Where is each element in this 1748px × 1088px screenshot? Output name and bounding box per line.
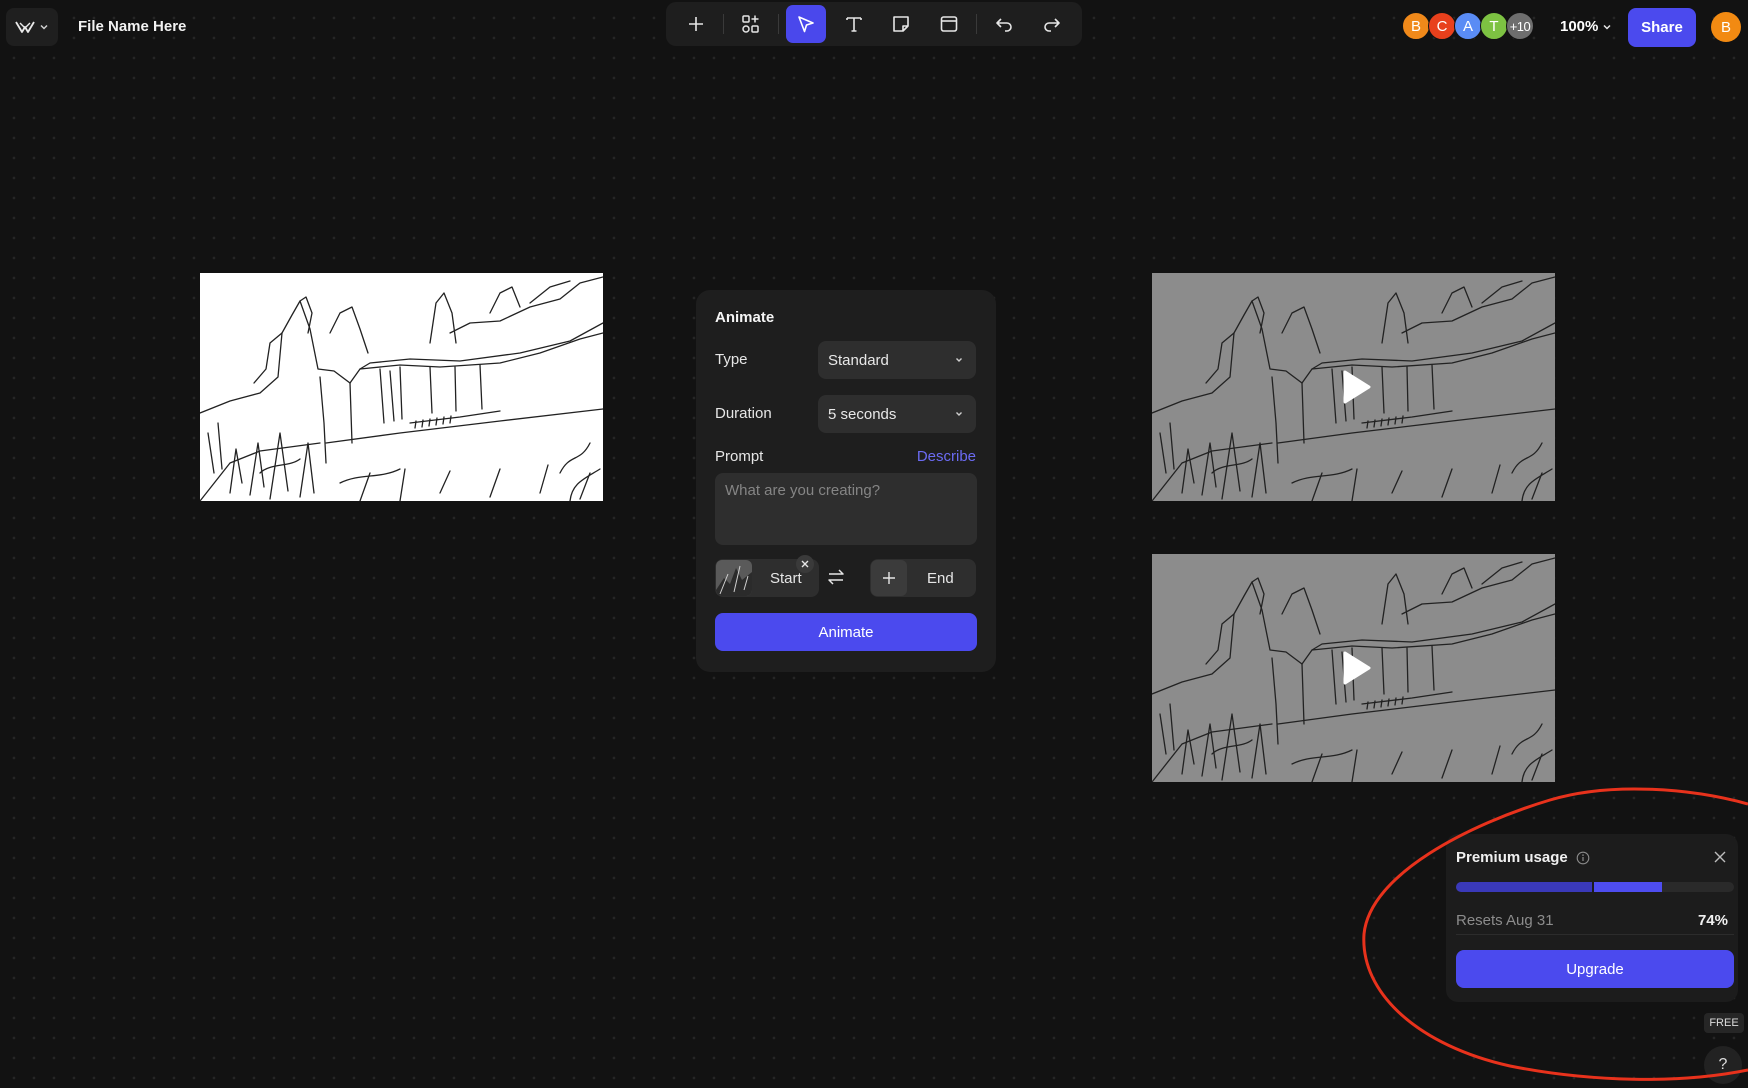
usage-percent: 74% — [1697, 912, 1728, 929]
main-toolbar — [666, 2, 1082, 46]
close-icon — [1714, 851, 1726, 863]
remove-start-frame-button[interactable] — [796, 555, 814, 573]
plus-icon — [688, 17, 703, 31]
start-frame-thumbnail — [716, 560, 752, 596]
text-tool-button[interactable] — [834, 5, 874, 43]
logo-icon — [15, 21, 35, 33]
usage-progress-segment — [1456, 882, 1592, 892]
premium-usage-title: Premium usage — [1456, 849, 1568, 866]
undo-icon — [996, 18, 1012, 32]
zoom-level: 100% — [1560, 18, 1599, 35]
sticky-note-button[interactable] — [882, 5, 922, 43]
help-button[interactable]: ? — [1704, 1046, 1742, 1084]
usage-progress-segment — [1594, 882, 1662, 892]
usage-progress-bar — [1456, 882, 1734, 892]
zoom-menu[interactable]: 100% — [1560, 18, 1612, 35]
divider — [1456, 934, 1734, 935]
end-label: End — [927, 569, 954, 587]
toolbar-divider — [777, 14, 779, 34]
source-sketch-image[interactable] — [200, 273, 603, 501]
text-icon — [845, 17, 862, 32]
play-icon[interactable] — [1342, 650, 1372, 686]
upgrade-button[interactable]: Upgrade — [1456, 950, 1734, 988]
avatar[interactable]: T — [1480, 12, 1508, 40]
duration-select[interactable]: 5 seconds — [818, 395, 976, 433]
chevron-down-icon — [1603, 24, 1611, 30]
chevron-down-icon — [956, 358, 962, 362]
type-select[interactable]: Standard — [818, 341, 976, 379]
frame-tool-button[interactable] — [929, 5, 969, 43]
redo-button[interactable] — [1032, 5, 1072, 43]
type-value: Standard — [828, 351, 889, 369]
swap-frames-button[interactable] — [826, 567, 846, 592]
shapes-icon — [742, 15, 759, 33]
plan-badge: FREE — [1704, 1013, 1744, 1033]
premium-usage-card: Premium usage Resets Aug 31 74% Upgrade — [1446, 834, 1738, 1002]
redo-icon — [1044, 18, 1060, 32]
undo-button[interactable] — [984, 5, 1024, 43]
prompt-label: Prompt — [715, 448, 764, 465]
play-icon[interactable] — [1342, 369, 1372, 405]
duration-value: 5 seconds — [828, 405, 897, 423]
plus-icon — [883, 572, 895, 584]
info-icon[interactable] — [1576, 851, 1590, 865]
toolbar-divider — [722, 14, 724, 34]
video-result-1[interactable] — [1152, 273, 1555, 501]
collaborator-avatars[interactable]: B C A T +10 — [1402, 12, 1534, 40]
chevron-down-icon — [40, 24, 48, 30]
prompt-input[interactable]: What are you creating? — [715, 473, 977, 545]
share-button[interactable]: Share — [1628, 8, 1696, 47]
avatar[interactable]: C — [1428, 12, 1456, 40]
duration-label: Duration — [715, 405, 772, 422]
video-result-2[interactable] — [1152, 554, 1555, 782]
animate-button[interactable]: Animate — [715, 613, 977, 651]
add-end-frame-button[interactable] — [871, 560, 907, 596]
animate-panel: Animate Type Standard Duration 5 seconds… — [696, 290, 996, 672]
usage-reset-date: Resets Aug 31 — [1456, 912, 1554, 929]
swap-icon — [828, 569, 844, 585]
select-tool-button[interactable] — [785, 5, 826, 43]
avatar[interactable]: A — [1454, 12, 1482, 40]
more-collaborators-badge[interactable]: +10 — [1506, 12, 1534, 40]
type-label: Type — [715, 351, 748, 368]
describe-link[interactable]: Describe — [917, 448, 976, 465]
panel-title: Animate — [715, 309, 775, 326]
end-frame[interactable]: End — [870, 559, 976, 597]
add-button[interactable] — [676, 5, 716, 43]
start-label: Start — [770, 569, 802, 587]
close-icon — [801, 560, 809, 568]
components-button[interactable] — [731, 5, 771, 43]
sticky-note-icon — [893, 16, 910, 32]
close-premium-card-button[interactable] — [1712, 849, 1728, 870]
frame-icon — [941, 16, 958, 32]
toolbar-divider — [976, 14, 978, 34]
avatar[interactable]: B — [1402, 12, 1430, 40]
cursor-icon — [797, 16, 814, 33]
premium-usage-header: Premium usage — [1456, 849, 1590, 866]
current-user-avatar[interactable]: B — [1711, 12, 1741, 42]
file-name[interactable]: File Name Here — [78, 18, 186, 35]
sketch-drawing — [200, 273, 603, 501]
chevron-down-icon — [956, 412, 962, 416]
app-menu-button[interactable] — [6, 8, 58, 46]
